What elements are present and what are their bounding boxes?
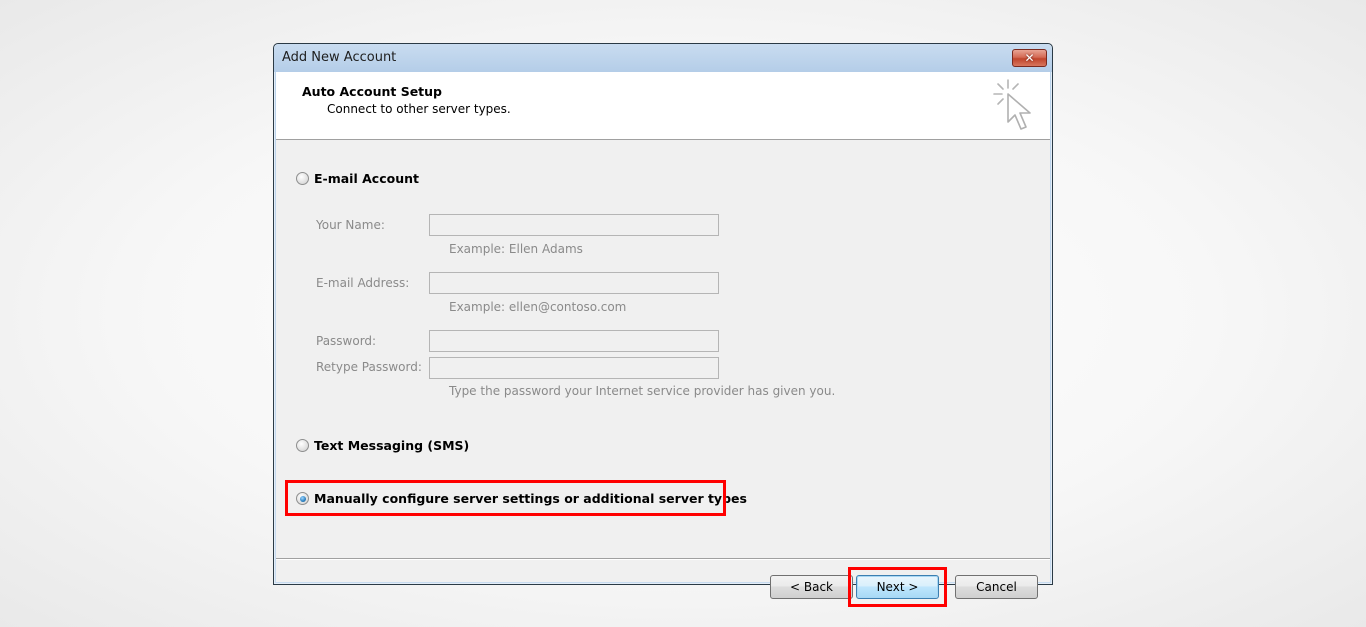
cancel-button[interactable]: Cancel (955, 575, 1038, 599)
back-button[interactable]: < Back (770, 575, 853, 599)
password-label: Password: (316, 334, 377, 348)
header-subtitle: Connect to other server types. (327, 102, 511, 116)
your-name-hint: Example: Ellen Adams (449, 242, 583, 256)
email-address-input[interactable] (429, 272, 719, 294)
dialog-body: Auto Account Setup Connect to other serv… (276, 72, 1050, 607)
email-account-label: E-mail Account (314, 171, 419, 186)
next-button[interactable]: Next > (856, 575, 939, 599)
window-title: Add New Account (282, 50, 397, 65)
radio-button[interactable] (296, 439, 309, 452)
close-icon: ✕ (1024, 51, 1035, 65)
cursor-click-icon (993, 79, 1031, 130)
password-input[interactable] (429, 330, 719, 352)
manual-configure-radio[interactable]: Manually configure server settings or ad… (296, 491, 747, 506)
your-name-label: Your Name: (316, 218, 385, 232)
password-hint: Type the password your Internet service … (449, 384, 836, 398)
radio-button[interactable] (296, 172, 309, 185)
footer-separator (276, 558, 1050, 560)
wizard-header: Auto Account Setup Connect to other serv… (276, 72, 1050, 140)
retype-password-label: Retype Password: (316, 360, 422, 374)
title-bar[interactable]: Add New Account ✕ (274, 44, 1052, 72)
your-name-input[interactable] (429, 214, 719, 236)
header-title: Auto Account Setup (302, 84, 442, 99)
email-address-label: E-mail Address: (316, 276, 410, 290)
email-address-hint: Example: ellen@contoso.com (449, 300, 627, 314)
manual-configure-label: Manually configure server settings or ad… (314, 491, 747, 506)
add-new-account-dialog: Add New Account ✕ Auto Account Setup Con… (273, 43, 1053, 607)
text-messaging-radio[interactable]: Text Messaging (SMS) (296, 438, 469, 453)
radio-button-selected[interactable] (296, 492, 309, 505)
email-account-radio[interactable]: E-mail Account (296, 171, 419, 186)
close-button[interactable]: ✕ (1012, 49, 1047, 67)
text-messaging-label: Text Messaging (SMS) (314, 438, 470, 453)
retype-password-input[interactable] (429, 357, 719, 379)
